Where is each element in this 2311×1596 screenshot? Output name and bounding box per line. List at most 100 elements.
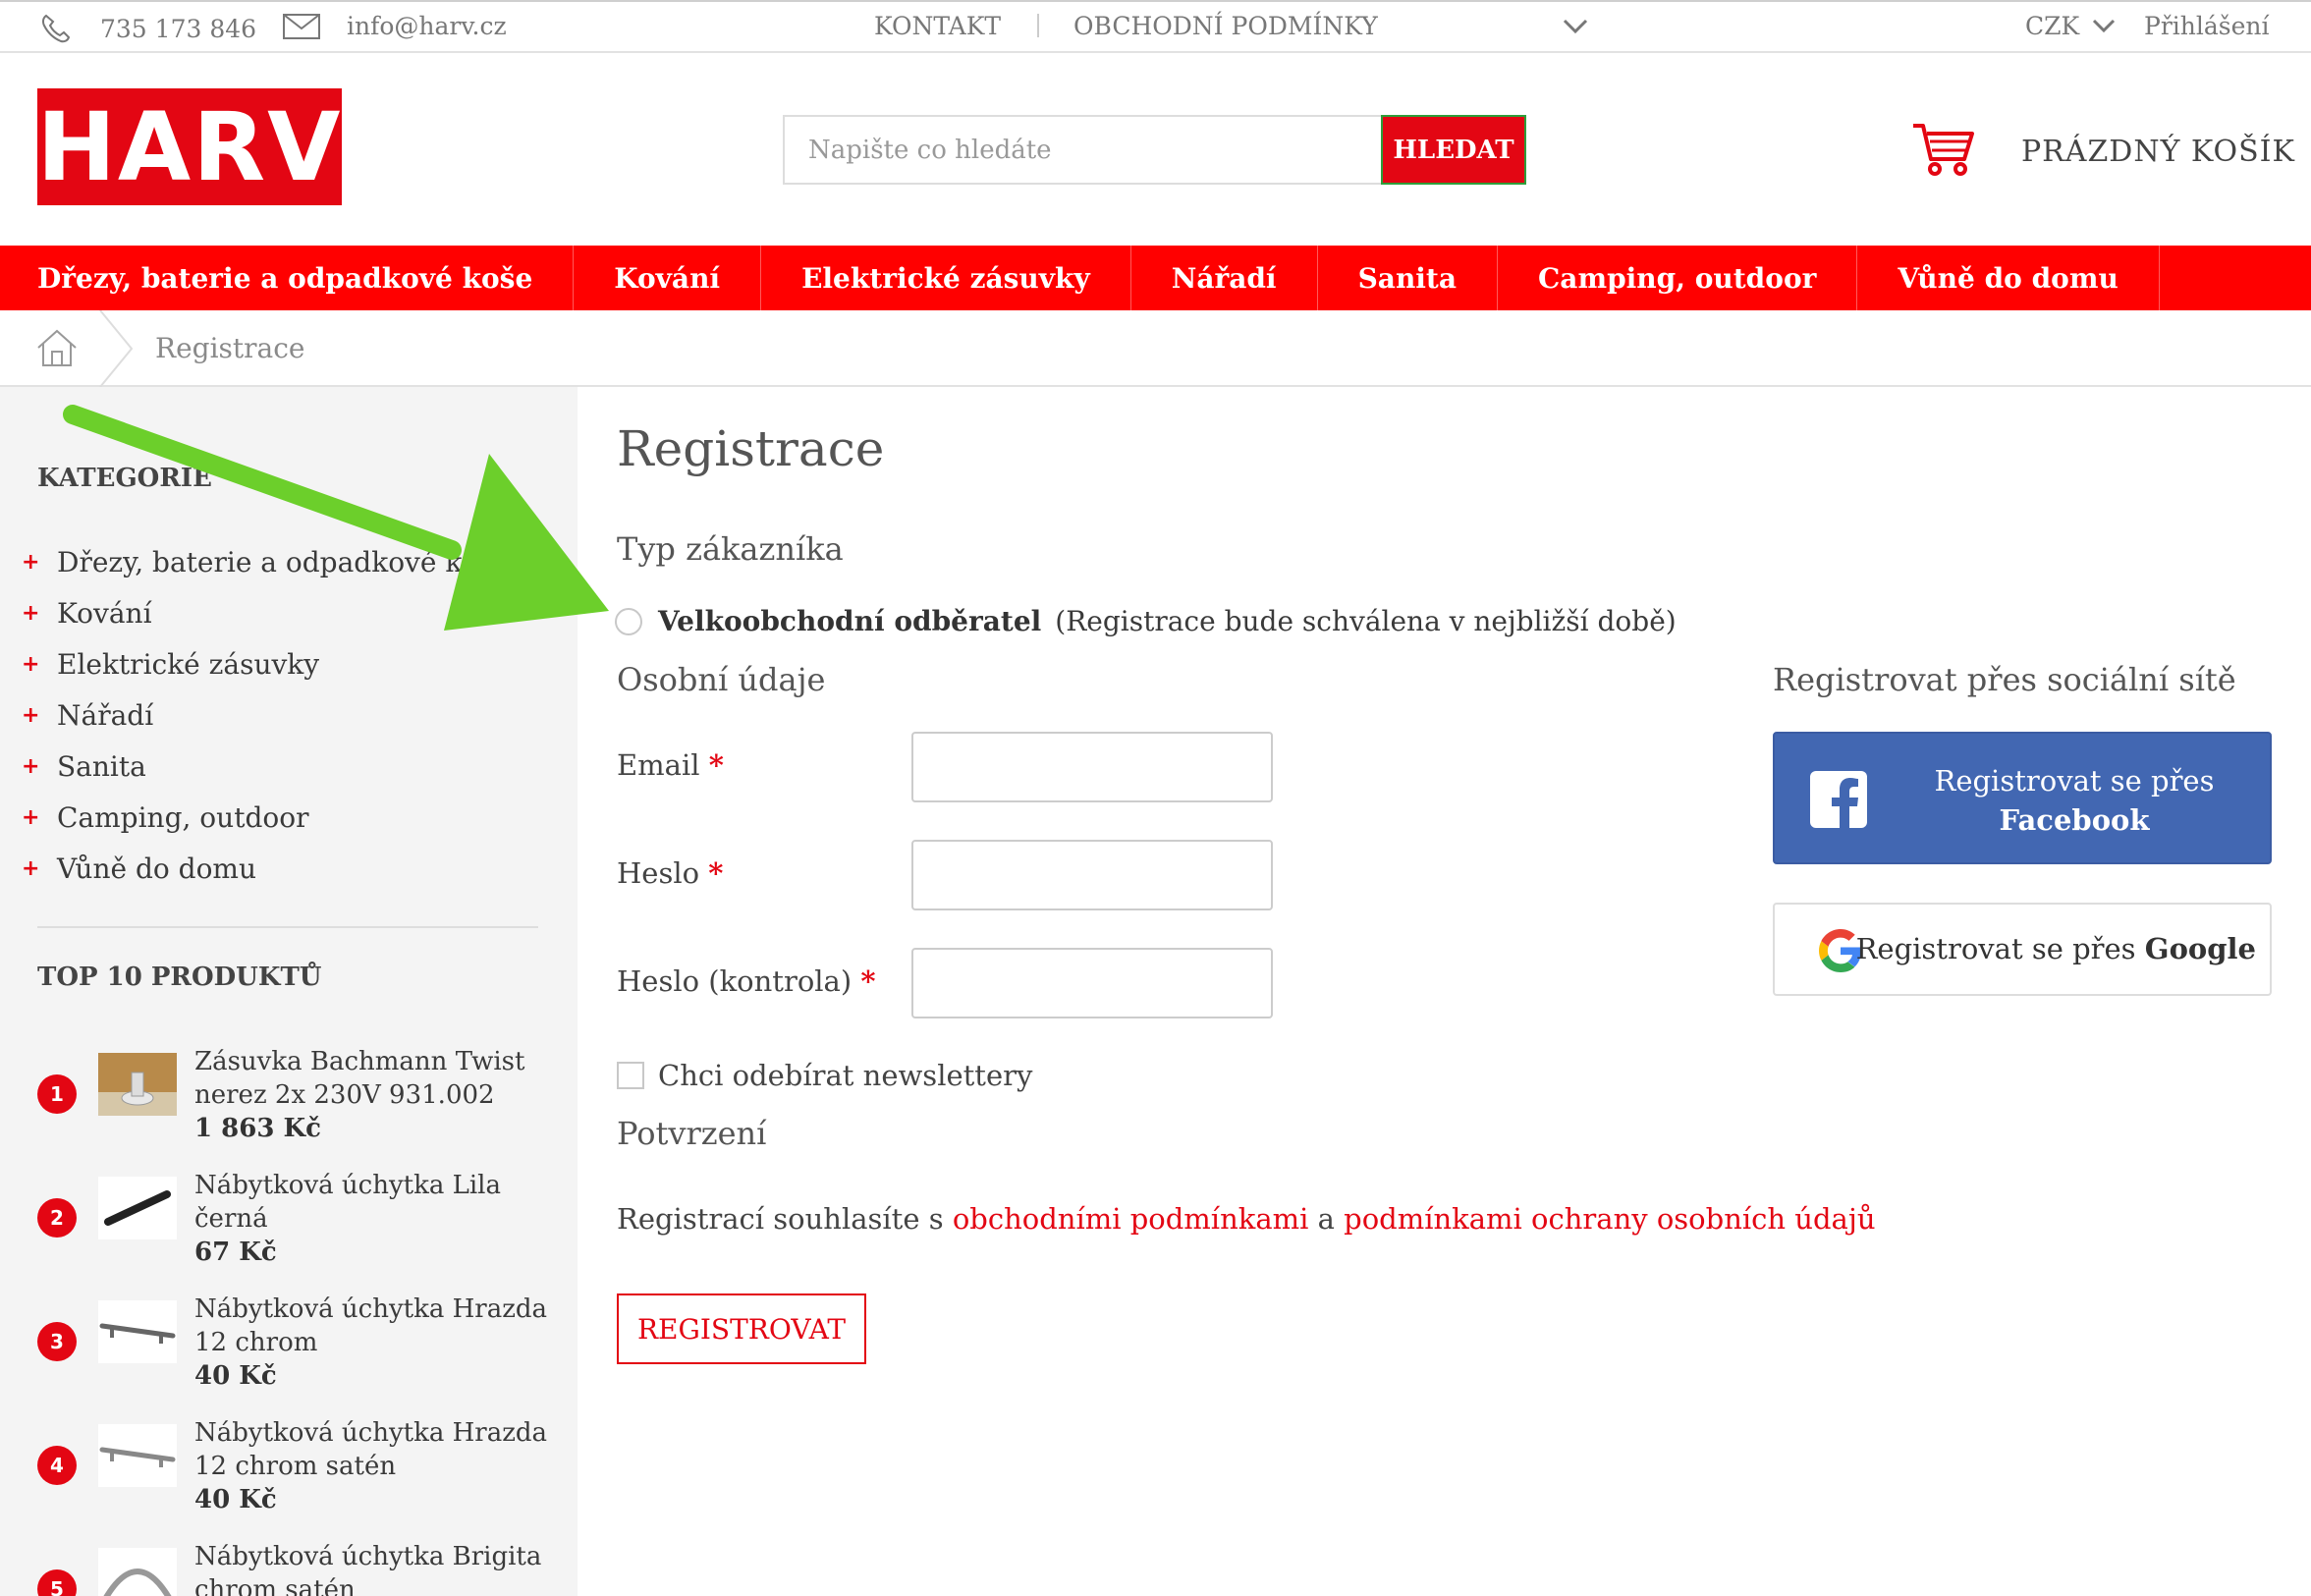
nav-item-hardware[interactable]: Kování [574, 246, 762, 310]
breadcrumb-separator-icon [94, 309, 138, 391]
nav-item-camping[interactable]: Camping, outdoor [1498, 246, 1858, 310]
plus-icon: + [22, 651, 40, 677]
password-check-label: Heslo (kontrola) * [617, 964, 876, 998]
category-item[interactable]: + Nářadí [22, 689, 509, 741]
product-info: Zásuvka Bachmann Twist nerez 2x 230V 931… [194, 1045, 558, 1145]
product-name: Nábytková úchytka Hrazda 12 chrom [194, 1294, 548, 1357]
email-field[interactable] [911, 732, 1273, 802]
login-label: Přihlášení [2144, 12, 2270, 40]
register-button[interactable]: REGISTROVAT [617, 1293, 866, 1364]
email-contact[interactable]: info@harv.cz [282, 12, 507, 40]
nav-item-tools[interactable]: Nářadí [1131, 246, 1318, 310]
chevron-down-icon [2091, 18, 2117, 35]
customer-type-heading: Typ zákazníka [617, 530, 844, 568]
sidebar-divider [37, 926, 538, 928]
nav-item-sanitary[interactable]: Sanita [1318, 246, 1499, 310]
top-products-title: TOP 10 PRODUKTŮ [37, 963, 322, 992]
category-label: Camping, outdoor [57, 800, 309, 834]
product-info: Nábytková úchytka Brigita chrom satén [194, 1540, 558, 1596]
category-item[interactable]: + Vůně do domu [22, 843, 509, 894]
phone-contact[interactable]: 735 173 846 [37, 12, 256, 45]
product-thumbnail [98, 1424, 177, 1487]
more-links-chevron-icon[interactable] [1562, 18, 1589, 35]
newsletter-option[interactable]: Chci odebírat newslettery [617, 1059, 1032, 1092]
consent-prefix: Registrací souhlasíte s [617, 1202, 944, 1236]
consent-text: Registrací souhlasíte s obchodními podmí… [617, 1202, 1876, 1236]
search-button[interactable]: HLEDAT [1381, 115, 1526, 185]
product-price: 67 Kč [194, 1238, 277, 1267]
newsletter-checkbox[interactable] [617, 1062, 644, 1089]
personal-data-heading: Osobní údaje [617, 661, 826, 698]
nav-item-sockets[interactable]: Elektrické zásuvky [761, 246, 1131, 310]
consent-middle: a [1317, 1202, 1335, 1236]
top-product-item[interactable]: 2 Nábytková úchytka Lila černá 67 Kč [37, 1171, 548, 1294]
product-name: Zásuvka Bachmann Twist nerez 2x 230V 931… [194, 1047, 525, 1110]
category-item[interactable]: + Elektrické zásuvky [22, 638, 509, 689]
facebook-button-text: Registrovat se přes Facebook [1893, 761, 2256, 840]
product-thumbnail [98, 1548, 177, 1596]
required-marker: * [708, 856, 724, 890]
wholesale-option[interactable]: Velkoobchodní odběratel (Registrace bude… [615, 605, 1677, 637]
topbar-link-contact[interactable]: KONTAKT [874, 12, 1001, 40]
facebook-line2: Facebook [1999, 803, 2150, 837]
terms-link[interactable]: obchodními podmínkami [953, 1202, 1309, 1236]
google-button-text: Registrovat se přes Google [1856, 932, 2256, 965]
cart-icon [1911, 120, 1976, 183]
rank-badge: 3 [37, 1322, 77, 1361]
wholesale-radio[interactable] [615, 607, 642, 635]
nav-item-fragrances[interactable]: Vůně do domu [1857, 246, 2160, 310]
plus-icon: + [22, 804, 40, 830]
category-item[interactable]: + Camping, outdoor [22, 792, 509, 843]
breadcrumb: Registrace [0, 309, 2311, 388]
top-product-item[interactable]: 5 Nábytková úchytka Brigita chrom satén [37, 1542, 548, 1596]
rank-badge: 5 [37, 1569, 77, 1596]
cart[interactable]: PRÁZDNÝ KOŠÍK [1911, 120, 2295, 183]
facebook-register-button[interactable]: Registrovat se přes Facebook [1773, 732, 2272, 864]
product-price: 40 Kč [194, 1361, 277, 1391]
password-field[interactable] [911, 840, 1273, 910]
search-bar: HLEDAT [783, 115, 1526, 185]
category-label: Elektrické zásuvky [57, 647, 320, 681]
annotation-arrow [59, 403, 609, 642]
wholesale-note: (Registrace bude schválena v nejbližší d… [1055, 605, 1677, 637]
product-name: Nábytková úchytka Hrazda 12 chrom satén [194, 1418, 548, 1481]
product-info: Nábytková úchytka Hrazda 12 chrom 40 Kč [194, 1293, 558, 1393]
top-product-item[interactable]: 3 Nábytková úchytka Hrazda 12 chrom 40 K… [37, 1294, 548, 1418]
topbar-link-label: KONTAKT [874, 12, 1002, 40]
top-product-item[interactable]: 1 Zásuvka Bachmann Twist nerez 2x 230V 9… [37, 1047, 548, 1171]
privacy-link[interactable]: podmínkami ochrany osobních údajů [1344, 1202, 1875, 1236]
plus-icon: + [22, 702, 40, 728]
password-check-field[interactable] [911, 948, 1273, 1018]
facebook-icon [1810, 771, 1867, 832]
social-heading: Registrovat přes sociální sítě [1773, 661, 2236, 698]
product-name: Nábytková úchytka Brigita chrom satén [194, 1542, 542, 1596]
facebook-line1: Registrovat se přes [1934, 764, 2215, 798]
password-label-text: Heslo [617, 856, 700, 890]
harv-logo[interactable]: HARV [37, 88, 342, 205]
topbar-link-label: OBCHODNÍ PODMÍNKY [1073, 12, 1378, 40]
email-address: info@harv.cz [347, 12, 507, 40]
rank-badge: 4 [37, 1446, 77, 1485]
page-title: Registrace [617, 420, 885, 477]
search-input[interactable] [785, 117, 1381, 183]
currency-select[interactable]: CZK [2025, 12, 2117, 40]
product-info: Nábytková úchytka Hrazda 12 chrom satén … [194, 1416, 558, 1516]
top-product-item[interactable]: 4 Nábytková úchytka Hrazda 12 chrom saté… [37, 1418, 548, 1542]
nav-item-sinks[interactable]: Dřezy, baterie a odpadkové koše [0, 246, 575, 310]
phone-number: 735 173 846 [100, 14, 257, 43]
top-bar: 735 173 846 info@harv.cz KONTAKT OBCHODN… [0, 0, 2311, 53]
google-register-button[interactable]: Registrovat se přes Google [1773, 903, 2272, 996]
product-price: 40 Kč [194, 1485, 277, 1514]
rank-badge: 2 [37, 1198, 77, 1238]
category-item[interactable]: + Sanita [22, 741, 509, 792]
topbar-divider [1037, 14, 1039, 37]
plus-icon: + [22, 753, 40, 779]
product-name: Nábytková úchytka Lila černá [194, 1171, 501, 1234]
login-link[interactable]: Přihlášení [2144, 12, 2270, 40]
home-icon[interactable] [35, 328, 79, 371]
product-thumbnail [98, 1300, 177, 1363]
breadcrumb-current: Registrace [155, 332, 305, 364]
main-nav: Dřezy, baterie a odpadkové koše Kování E… [0, 246, 2311, 310]
product-price: 1 863 Kč [194, 1114, 321, 1143]
topbar-link-terms[interactable]: OBCHODNÍ PODMÍNKY [1073, 12, 1378, 40]
